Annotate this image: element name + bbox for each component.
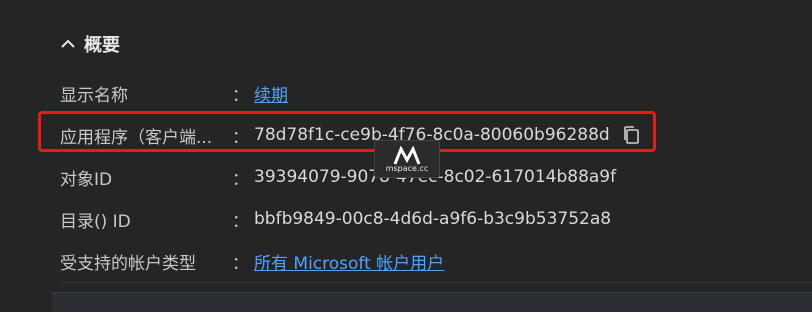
property-label: 受支持的帐户类型: [60, 253, 196, 274]
chevron-up-icon[interactable]: [60, 36, 76, 52]
directory-id-value[interactable]: bbfb9849-00c8-4d6d-a9f6-b3c9b53752a8: [254, 209, 611, 229]
property-row-directory-id: 目录() ID ： bbfb9849-00c8-4d6d-a9f6-b3c9b5…: [60, 198, 800, 240]
property-label: 显示名称: [60, 85, 128, 106]
highlight-box: [38, 111, 656, 152]
property-row-account-types: 受支持的帐户类型 ： 所有 Microsoft 帐户用户: [60, 240, 800, 282]
bottom-panel: [52, 292, 812, 312]
watermark-text: mspace.cc: [385, 163, 429, 173]
divider: [60, 282, 812, 283]
property-colon: ：: [232, 85, 249, 106]
property-row-display-name: 显示名称 ： 续期: [60, 72, 800, 114]
property-colon: ：: [232, 253, 249, 274]
property-colon: ：: [232, 169, 249, 190]
property-label: 目录() ID: [60, 211, 131, 232]
property-label: 对象ID: [60, 169, 113, 190]
property-colon: ：: [232, 211, 249, 232]
overview-section-header[interactable]: 概要: [60, 30, 120, 58]
account-types-link[interactable]: 所有 Microsoft 帐户用户: [254, 249, 444, 274]
watermark-logo: mspace.cc: [374, 140, 440, 178]
overview-panel: 概要 显示名称 ： 续期 应用程序（客户端... ： 78d78f1c-ce9b…: [0, 0, 812, 312]
section-title: 概要: [84, 35, 120, 56]
display-name-link[interactable]: 续期: [254, 81, 288, 106]
